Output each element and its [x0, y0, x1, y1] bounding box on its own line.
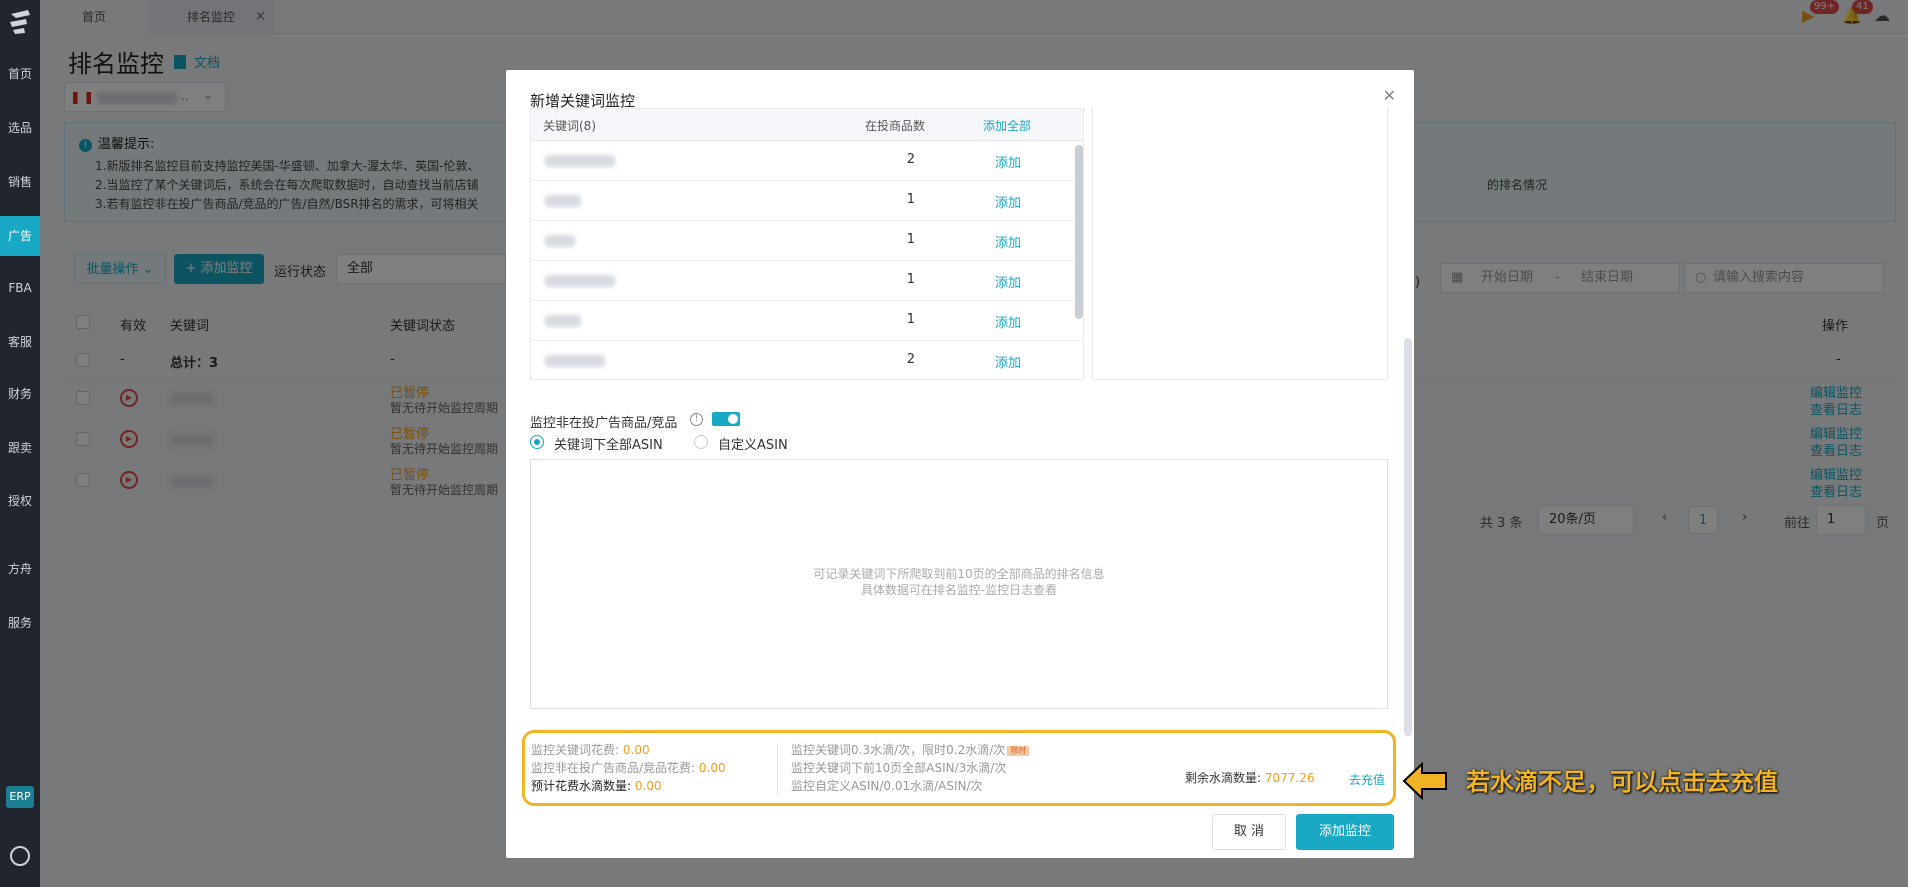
radio-all-asin-label: 关键词下全部ASIN	[554, 438, 663, 453]
add-keyword-link[interactable]: 添加	[995, 192, 1021, 211]
list-item: 1 添加	[531, 301, 1083, 341]
remain-label: 剩余水滴数量:	[1185, 771, 1262, 785]
selected-keywords-panel	[1092, 108, 1388, 380]
kw-fee-label: 监控关键词花费:	[531, 743, 620, 757]
non-ad-switch-label: 监控非在投广告商品/竞品	[530, 416, 678, 431]
radio-custom-asin[interactable]	[694, 435, 708, 449]
add-keyword-monitor-modal: 新增关键词监控 ✕ 关键词(8) 在投商品数 添加全部 2 添加 1 添加 1 …	[506, 70, 1414, 858]
add-keyword-link[interactable]: 添加	[995, 152, 1021, 171]
keyword-scrollbar[interactable]	[1075, 145, 1083, 319]
total-fee-label: 预计花费水滴数量:	[531, 779, 632, 793]
sidebar-item-sales[interactable]: 销售	[0, 162, 40, 202]
asin-area: 可记录关键词下所爬取到前10页的全部商品的排名信息 具体数据可在排名监控-监控日…	[530, 459, 1388, 709]
cost-summary: 监控关键词花费: 0.00 监控非在投广告商品/竞品花费: 0.00 预计花费水…	[522, 730, 1396, 806]
kw-count: 1	[906, 312, 915, 327]
rule-3: 监控自定义ASIN/0.01水滴/ASIN/次	[791, 779, 983, 793]
add-keyword-link[interactable]: 添加	[995, 312, 1021, 331]
sidebar-item-home[interactable]: 首页	[0, 54, 40, 94]
kw-count: 1	[906, 192, 915, 207]
kw-fee: 监控关键词花费: 0.00	[531, 741, 650, 758]
list-item: 1 添加	[531, 221, 1083, 261]
cancel-button[interactable]: 取 消	[1212, 814, 1286, 850]
sidebar-item-services[interactable]: 服务	[0, 603, 40, 643]
keyword-blurred	[545, 195, 581, 207]
radio-all-asin[interactable]	[530, 435, 544, 449]
add-keyword-link[interactable]: 添加	[995, 272, 1021, 291]
rule-1: 监控关键词0.3水滴/次，限时0.2水滴/次 限时	[791, 741, 1030, 758]
add-all-link[interactable]: 添加全部	[983, 117, 1031, 134]
annotation-text: 若水滴不足，可以点击去充值	[1466, 768, 1778, 796]
nonad-fee-label: 监控非在投广告商品/竞品花费:	[531, 761, 696, 775]
sidebar-item-finance[interactable]: 财务	[0, 374, 40, 414]
keyword-blurred	[545, 155, 615, 167]
add-keyword-link[interactable]: 添加	[995, 232, 1021, 251]
sidebar-item-follow[interactable]: 跟卖	[0, 428, 40, 468]
close-icon[interactable]: ✕	[1383, 86, 1396, 105]
asin-hint: 可记录关键词下所爬取到前10页的全部商品的排名信息 具体数据可在排名监控-监控日…	[531, 566, 1387, 598]
keyword-blurred	[545, 235, 575, 247]
sidebar-item-selection[interactable]: 选品	[0, 108, 40, 148]
list-item: 1 添加	[531, 261, 1083, 301]
sidebar: 首页 选品 销售 广告 FBA 客服 财务 跟卖 授权 方舟 服务 ERP	[0, 0, 40, 887]
sidebar-item-ark[interactable]: 方舟	[0, 549, 40, 589]
hot-tag: 限时	[1007, 746, 1030, 756]
divider	[777, 743, 778, 795]
keyword-blurred	[545, 315, 581, 327]
total-fee-value: 0.00	[634, 779, 662, 793]
arrow-left-icon	[1402, 761, 1447, 801]
kw-count: 2	[906, 352, 915, 367]
modal-scrollbar[interactable]	[1404, 338, 1412, 736]
keyword-blurred	[545, 275, 615, 287]
kw-count: 1	[906, 272, 915, 287]
sidebar-item-ads[interactable]: 广告	[0, 216, 40, 256]
keyword-table: 关键词(8) 在投商品数 添加全部 2 添加 1 添加 1 添加 1 添加 1 …	[530, 108, 1084, 380]
nonad-fee: 监控非在投广告商品/竞品花费: 0.00	[531, 759, 726, 776]
rule-1-text: 监控关键词0.3水滴/次，限时0.2水滴/次	[791, 743, 1006, 757]
sidebar-item-auth[interactable]: 授权	[0, 481, 40, 521]
list-item: 1 添加	[531, 181, 1083, 221]
asin-hint-1: 可记录关键词下所爬取到前10页的全部商品的排名信息	[813, 567, 1105, 581]
recharge-link[interactable]: 去充值	[1349, 771, 1385, 788]
non-ad-toggle[interactable]	[712, 412, 740, 426]
sidebar-item-service[interactable]: 客服	[0, 322, 40, 362]
kw-count: 2	[906, 152, 915, 167]
sidebar-item-fba[interactable]: FBA	[0, 268, 40, 308]
keyword-blurred	[545, 355, 605, 367]
remain-value: 7077.26	[1264, 771, 1315, 785]
nonad-fee-value: 0.00	[698, 761, 726, 775]
radio-custom-asin-label: 自定义ASIN	[718, 438, 788, 453]
settings-icon[interactable]	[10, 846, 30, 866]
kw-fee-value: 0.00	[622, 743, 650, 757]
kw-header: 关键词(8)	[543, 119, 596, 133]
erp-button[interactable]: ERP	[6, 786, 34, 808]
remain: 剩余水滴数量: 7077.26	[1185, 769, 1315, 786]
list-item: 2 添加	[531, 341, 1083, 379]
keyword-table-header: 关键词(8) 在投商品数 添加全部	[531, 109, 1083, 141]
add-monitor-submit-button[interactable]: 添加监控	[1296, 814, 1394, 850]
asin-hint-2: 具体数据可在排名监控-监控日志查看	[860, 583, 1058, 597]
list-item: 2 添加	[531, 141, 1083, 181]
rule-2: 监控关键词下前10页全部ASIN/3水滴/次	[791, 761, 1007, 775]
add-keyword-link[interactable]: 添加	[995, 352, 1021, 371]
kw-count: 1	[906, 232, 915, 247]
total-fee: 预计花费水滴数量: 0.00	[531, 777, 662, 794]
info-icon[interactable]: !	[690, 413, 703, 426]
count-header: 在投商品数	[865, 119, 926, 133]
logo-icon	[10, 10, 30, 34]
